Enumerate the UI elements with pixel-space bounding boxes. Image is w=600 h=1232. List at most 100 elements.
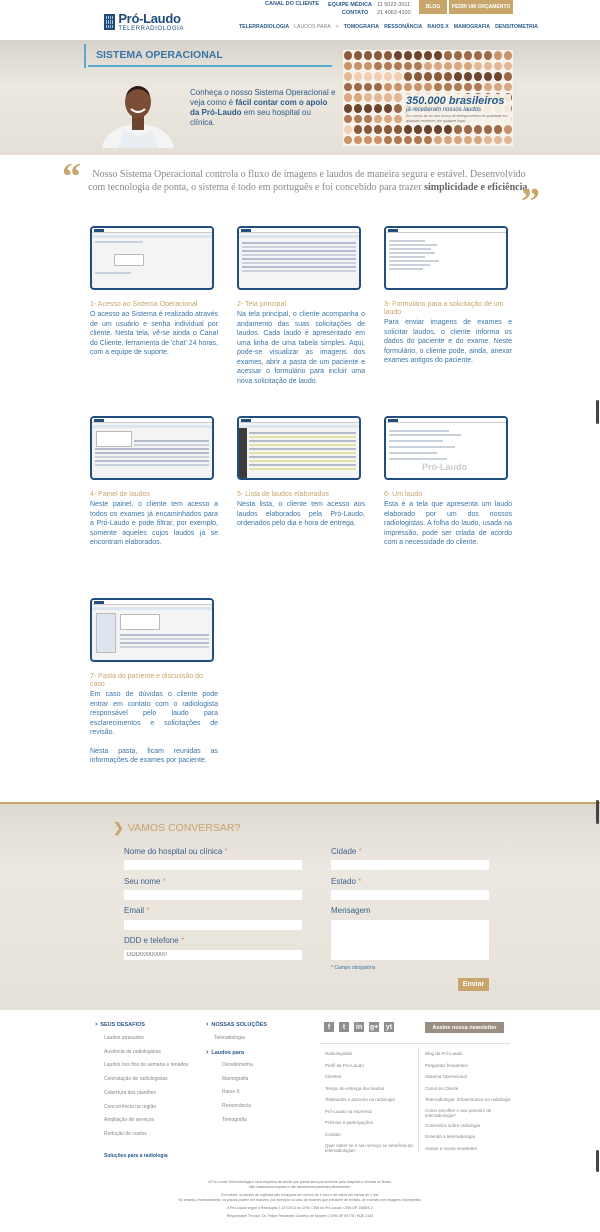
ddd-input[interactable]	[124, 950, 302, 960]
email-input[interactable]	[124, 920, 302, 930]
step-title: 3- Formulário para a solicitação de um l…	[384, 301, 504, 316]
footer-link[interactable]: Perguntas frequentes	[425, 1060, 517, 1072]
logo[interactable]: Pró-Laudo TELERRADIOLOGIA	[104, 11, 184, 33]
face-thumbnail	[354, 72, 362, 81]
step-2-screenshot[interactable]	[237, 226, 361, 290]
banner-accent-line	[84, 44, 86, 68]
solucoes-radiologia-link[interactable]: Soluções para a radiologia	[104, 1150, 168, 1164]
step-3-screenshot[interactable]	[384, 226, 508, 290]
nav-ressonancia[interactable]: RESSONÂNCIA	[384, 24, 422, 30]
face-thumbnail	[444, 61, 452, 71]
nav-laudos-para[interactable]: LAUDOS PARA	[294, 24, 331, 30]
face-thumbnail	[444, 82, 452, 92]
twitter-icon[interactable]: t	[339, 1022, 349, 1032]
face-thumbnail	[434, 51, 442, 60]
solucao-link[interactable]: Mamografia	[222, 1073, 253, 1087]
solucao-link[interactable]: Ressonância	[222, 1100, 253, 1114]
nav-raios-x[interactable]: RAIOS X	[427, 24, 448, 30]
ddd-label: DDD e telefone *	[124, 936, 185, 945]
equipe-medica-link[interactable]: EQUIPE MÉDICA	[328, 2, 372, 8]
footer-link[interactable]: Conteúdos sobre radiologia	[425, 1120, 517, 1132]
nav-mamografia[interactable]: MAMOGRAFIA	[454, 24, 490, 30]
nome-input[interactable]	[124, 890, 302, 900]
nav-tomografia[interactable]: TOMOGRAFIA	[344, 24, 379, 30]
linkedin-icon[interactable]: in	[354, 1022, 364, 1032]
face-thumbnail	[364, 82, 372, 92]
mensagem-textarea[interactable]	[331, 920, 489, 960]
solucao-link[interactable]: Tomografia	[222, 1114, 253, 1128]
footer-vertical-divider	[418, 1048, 419, 1153]
footer-link[interactable]: Prêmios e participações	[325, 1117, 413, 1129]
desafio-link[interactable]: Ampliação de serviços	[104, 1114, 189, 1128]
footer-link[interactable]: Blog da Pró-Laudo	[425, 1048, 517, 1060]
footer-link[interactable]: Radiologistas	[325, 1048, 413, 1060]
desafio-link[interactable]: Cobertura dos plantões	[104, 1087, 189, 1101]
scrollbar-thumb[interactable]	[596, 800, 599, 824]
step-6-watermark: Pró-Laudo	[422, 462, 467, 472]
step-7-screenshot[interactable]	[90, 598, 214, 662]
face-thumbnail	[474, 82, 482, 92]
face-thumbnail	[394, 82, 402, 92]
footer-link[interactable]: Sistema Operacional	[425, 1071, 517, 1083]
footer-link[interactable]: Perfil da Pró-Laudo	[325, 1060, 413, 1072]
face-thumbnail	[354, 93, 362, 102]
nav-telerradiologia[interactable]: TELERRADIOLOGIA	[239, 24, 289, 30]
step-1-screenshot[interactable]	[90, 226, 214, 290]
brazilians-ad[interactable]: 350.000 brasileiros já receberam nossos …	[343, 50, 513, 146]
desafio-link[interactable]: Contratação de radiologistas	[104, 1073, 189, 1087]
face-thumbnail	[394, 93, 402, 102]
footer-link[interactable]: Contato	[325, 1129, 413, 1141]
desafio-link[interactable]: Laudos nos fins de semana e feriados	[104, 1059, 189, 1073]
googleplus-icon[interactable]: g+	[369, 1022, 379, 1032]
mensagem-label: Mensagem	[331, 906, 371, 915]
face-thumbnail	[434, 61, 442, 71]
footer-link[interactable]: Telerradiologia: Infraestrutura na radio…	[425, 1094, 517, 1106]
face-thumbnail	[434, 72, 442, 81]
footer-link[interactable]: Clientes	[325, 1071, 413, 1083]
desafio-link[interactable]: Laudos atrasados	[104, 1032, 189, 1046]
face-thumbnail	[424, 51, 432, 60]
newsletter-button[interactable]: Assine nossa newsletter	[425, 1022, 504, 1033]
nav-densitometria[interactable]: DENSITOMETRIA	[495, 24, 538, 30]
footer-link[interactable]: Telelaudos e parceria na radiologia	[325, 1094, 413, 1106]
chevron-right-icon: ❯	[113, 820, 124, 835]
footer-link[interactable]: Canal do Cliente	[425, 1083, 517, 1095]
solucao-link[interactable]: Raios-X	[222, 1086, 253, 1100]
desafio-link[interactable]: Concorrência na região	[104, 1101, 189, 1115]
pedir-orcamento-button[interactable]: PEDIR UM ORÇAMENTO	[449, 0, 513, 14]
nome-label: Seu nome *	[124, 877, 166, 886]
face-thumbnail	[464, 51, 472, 60]
canal-cliente-link[interactable]: CANAL DO CLIENTE	[265, 1, 319, 7]
hospital-input[interactable]	[124, 860, 302, 870]
blog-button[interactable]: BLOG	[419, 0, 447, 14]
estado-select[interactable]	[331, 890, 489, 900]
footer-link[interactable]: Assine a nossa newsletter	[425, 1143, 517, 1155]
scrollbar-thumb[interactable]	[596, 400, 599, 424]
teleradiologia-link[interactable]: Teleradiologia	[214, 1032, 245, 1046]
face-thumbnail	[454, 82, 462, 92]
face-thumbnail	[374, 72, 382, 81]
logo-subtitle: TELERRADIOLOGIA	[118, 26, 184, 32]
cidade-input[interactable]	[331, 860, 489, 870]
footer-link[interactable]: Como escolher o seu parceiro de telerrad…	[425, 1106, 517, 1120]
contato-link[interactable]: CONTATO	[328, 10, 368, 16]
footer-link[interactable]: Tempo de entrega dos laudos	[325, 1083, 413, 1095]
step-5-screenshot[interactable]	[237, 416, 361, 480]
facebook-icon[interactable]: f	[324, 1022, 334, 1032]
scrollbar-thumb[interactable]	[596, 1150, 599, 1172]
footer-link[interactable]: Quer saber se o seu serviço se beneficia…	[325, 1140, 413, 1153]
step-6-screenshot[interactable]: Pró-Laudo	[384, 416, 508, 480]
youtube-icon[interactable]: yt	[384, 1022, 394, 1032]
solucao-link[interactable]: Densitometria	[222, 1059, 253, 1073]
footer-link[interactable]: Entenda a telerradiologia	[425, 1131, 517, 1143]
face-thumbnail	[344, 82, 352, 92]
step-4-screenshot[interactable]	[90, 416, 214, 480]
desafio-link[interactable]: Redução de custos	[104, 1128, 189, 1142]
step-card: 3- Formulário para a solicitação de um l…	[384, 226, 512, 366]
desafios-list: Laudos atrasados Ausência de radiologist…	[104, 1032, 189, 1142]
desafio-link[interactable]: Ausência de radiologistas	[104, 1046, 189, 1060]
face-thumbnail	[414, 135, 422, 145]
footer-link[interactable]: Pró-Laudo na imprensa	[325, 1106, 413, 1118]
enviar-button[interactable]: Enviar	[458, 978, 489, 991]
laudos-para-heading[interactable]: › Laudos para	[206, 1049, 244, 1056]
